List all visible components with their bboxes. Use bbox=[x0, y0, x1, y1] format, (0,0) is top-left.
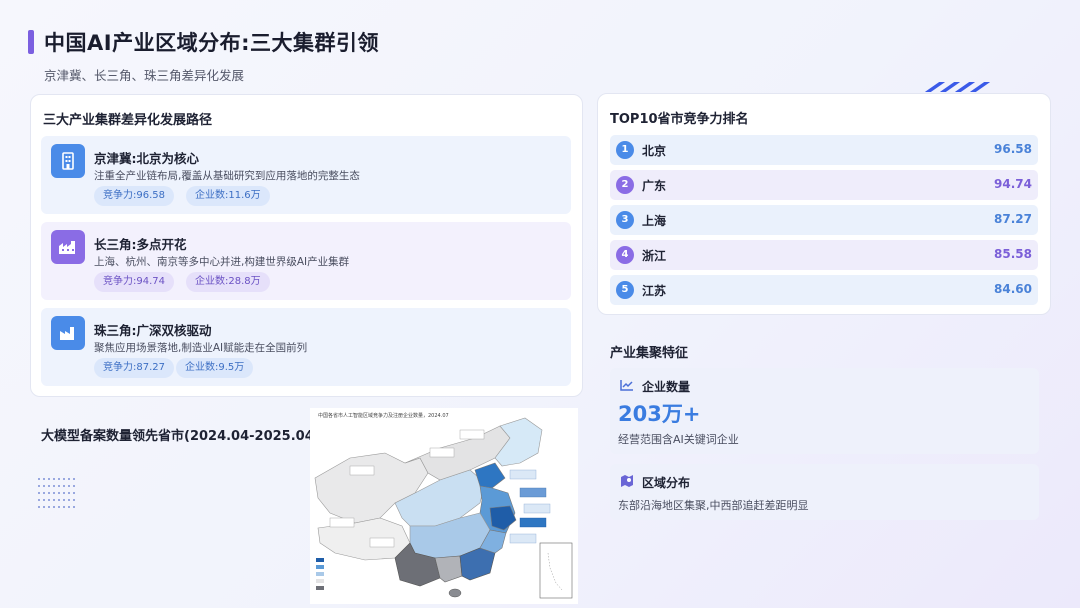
rank-number: 2 bbox=[616, 176, 634, 194]
rank-row: 2 广东 94.74 bbox=[610, 170, 1038, 200]
china-ai-map: 中国各省市人工智能区域竞争力及注册企业数量，2024.07 bbox=[310, 408, 578, 604]
city-icon bbox=[51, 230, 85, 264]
cluster-zhusanjiao: 珠三角:广深双核驱动 聚焦应用场景落地,制造业AI赋能走在全国前列 竞争力:87… bbox=[41, 308, 571, 386]
rank-score: 85.58 bbox=[994, 247, 1032, 261]
enterprise-count-label: 企业数量 bbox=[642, 380, 691, 394]
map-pin-icon bbox=[620, 474, 634, 491]
rank-row: 5 江苏 84.60 bbox=[610, 275, 1038, 305]
decorative-dot-grid bbox=[38, 478, 78, 508]
firms-badge: 企业数:11.6万 bbox=[186, 186, 270, 206]
page-subtitle: 京津冀、长三角、珠三角差异化发展 bbox=[44, 68, 245, 83]
rank-score: 84.60 bbox=[994, 282, 1032, 296]
cluster-jingjinji: 京津冀:北京为核心 注重全产业链布局,覆盖从基础研究到应用落地的完整生态 竞争力… bbox=[41, 136, 571, 214]
rank-score: 87.27 bbox=[994, 212, 1032, 226]
score-badge: 竞争力:96.58 bbox=[94, 186, 174, 206]
rank-row: 4 浙江 85.58 bbox=[610, 240, 1038, 270]
ranking-card: TOP10省市竞争力排名 1 北京 96.58 2 广东 94.74 3 上海 … bbox=[597, 93, 1051, 315]
firms-badge: 企业数:28.8万 bbox=[186, 272, 270, 292]
enterprise-count-box: 企业数量 203万+ 经营范围含AI关键词企业 bbox=[610, 368, 1039, 454]
cluster-name: 长三角:多点开花 bbox=[94, 237, 187, 252]
firms-badge: 企业数:9.5万 bbox=[176, 358, 254, 378]
map-caption: 中国各省市人工智能区域竞争力及注册企业数量，2024.07 bbox=[318, 413, 449, 419]
clusters-card: 三大产业集群差异化发展路径 京津冀:北京为核心 注重全产业链布局,覆盖从基础研究… bbox=[30, 94, 583, 397]
rank-province: 北京 bbox=[642, 144, 667, 158]
enterprise-count-value: 203万+ bbox=[618, 402, 701, 426]
factory-icon bbox=[51, 316, 85, 350]
enterprise-count-note: 经营范围含AI关键词企业 bbox=[618, 433, 739, 446]
region-distribution-note: 东部沿海地区集聚,中西部追赶差距明显 bbox=[618, 499, 809, 512]
rank-row: 1 北京 96.58 bbox=[610, 135, 1038, 165]
rank-province: 上海 bbox=[642, 214, 667, 228]
ranking-card-title: TOP10省市竞争力排名 bbox=[610, 112, 749, 127]
score-badge: 竞争力:94.74 bbox=[94, 272, 174, 292]
cluster-desc: 上海、杭州、南京等多中心并进,构建世界级AI产业集群 bbox=[94, 256, 350, 268]
page-title: 中国AI产业区域分布:三大集群引领 bbox=[44, 31, 379, 55]
rank-score: 94.74 bbox=[994, 177, 1032, 191]
rank-row: 3 上海 87.27 bbox=[610, 205, 1038, 235]
title-accent-bar bbox=[28, 30, 34, 54]
rank-province: 浙江 bbox=[642, 249, 667, 263]
features-title: 产业集聚特征 bbox=[610, 346, 689, 361]
building-icon bbox=[51, 144, 85, 178]
rank-number: 3 bbox=[616, 211, 634, 229]
region-distribution-box: 区域分布 东部沿海地区集聚,中西部追赶差距明显 bbox=[610, 464, 1039, 520]
rank-number: 5 bbox=[616, 281, 634, 299]
rank-number: 4 bbox=[616, 246, 634, 264]
score-badge: 竞争力:87.27 bbox=[94, 358, 174, 378]
cluster-desc: 注重全产业链布局,覆盖从基础研究到应用落地的完整生态 bbox=[94, 170, 360, 182]
china-map-image bbox=[314, 417, 573, 599]
cluster-changsanjiao: 长三角:多点开花 上海、杭州、南京等多中心并进,构建世界级AI产业集群 竞争力:… bbox=[41, 222, 571, 300]
trend-chart-icon bbox=[620, 379, 634, 394]
rank-province: 广东 bbox=[642, 179, 667, 193]
cluster-desc: 聚焦应用场景落地,制造业AI赋能走在全国前列 bbox=[94, 342, 308, 354]
map-section-title: 大模型备案数量领先省市(2024.04-2025.04) bbox=[41, 429, 320, 444]
clusters-card-title: 三大产业集群差异化发展路径 bbox=[43, 113, 213, 128]
region-distribution-label: 区域分布 bbox=[642, 476, 691, 490]
rank-province: 江苏 bbox=[642, 284, 667, 298]
rank-score: 96.58 bbox=[994, 142, 1032, 156]
cluster-name: 京津冀:北京为核心 bbox=[94, 151, 199, 166]
cluster-name: 珠三角:广深双核驱动 bbox=[94, 323, 212, 338]
decorative-chevrons bbox=[929, 82, 986, 92]
rank-number: 1 bbox=[616, 141, 634, 159]
